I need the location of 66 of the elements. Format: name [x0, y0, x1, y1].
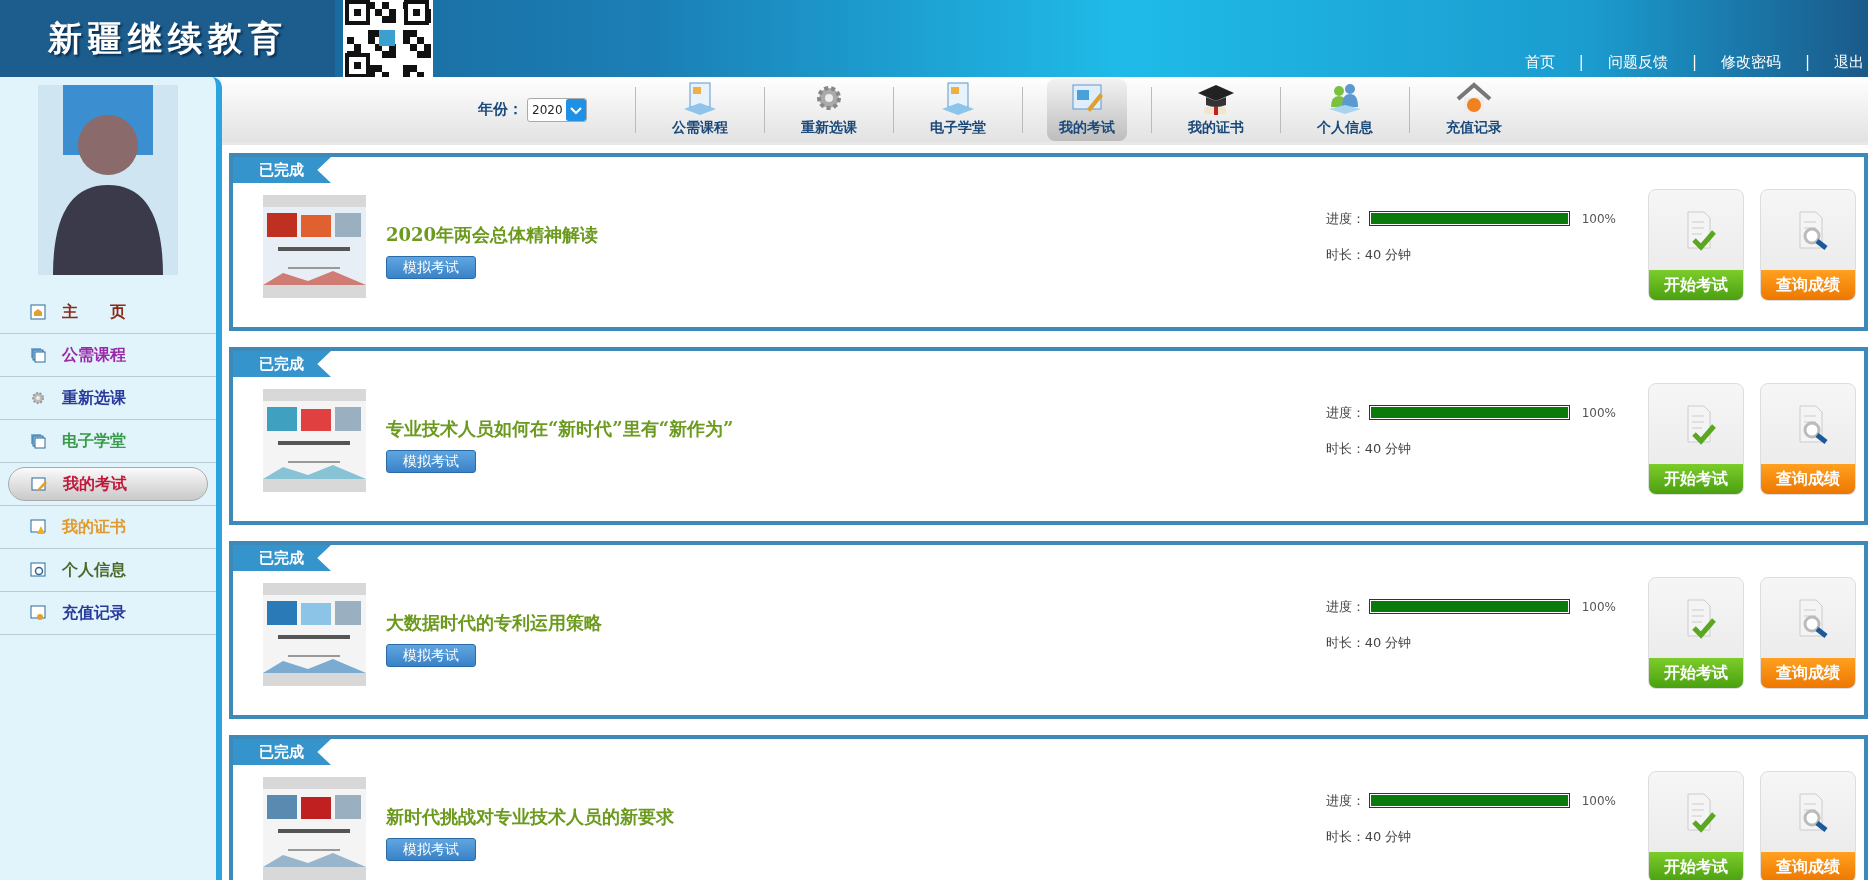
- toolbar-tab[interactable]: 我的证书: [1176, 78, 1256, 141]
- sidebar-item[interactable]: 电子学堂: [8, 424, 208, 458]
- progress-label: 进度：: [1325, 404, 1365, 422]
- start-exam-button[interactable]: 开始考试: [1648, 189, 1744, 301]
- duration-text: 时长：40 分钟: [1325, 245, 1413, 264]
- toolbar-tab[interactable]: 重新选课: [789, 78, 869, 141]
- magnifier-icon: [30, 562, 46, 578]
- sidebar-item[interactable]: 重新选课: [8, 381, 208, 415]
- header-link[interactable]: 首页: [1524, 50, 1555, 73]
- caret-icon: [566, 98, 586, 121]
- start-exam-button[interactable]: 开始考试: [1648, 771, 1744, 880]
- exam-title: 2020年两会总体精神解读: [386, 223, 600, 247]
- query-score-button[interactable]: 查询成绩: [1760, 189, 1856, 301]
- header-link[interactable]: 退出: [1834, 50, 1864, 73]
- progress-reading: 100%: [1581, 792, 1616, 810]
- status-tag: 已完成: [233, 157, 331, 183]
- mock-exam-button[interactable]: 模拟考试: [386, 450, 476, 473]
- progress-label: 进度：: [1325, 210, 1365, 228]
- exam-title: 大数据时代的专利运用策略: [386, 611, 603, 635]
- progress-reading: 100%: [1581, 598, 1616, 616]
- windows-icon: [30, 347, 46, 363]
- progress-reading: 100%: [1581, 404, 1616, 422]
- sidebar-item[interactable]: 充值记录: [8, 596, 208, 630]
- mock-exam-button[interactable]: 模拟考试: [386, 256, 476, 279]
- separator: |: [1578, 51, 1584, 73]
- query-score-button[interactable]: 查询成绩: [1760, 577, 1856, 689]
- query-score-button[interactable]: 查询成绩: [1760, 383, 1856, 495]
- mock-exam-button[interactable]: 模拟考试: [386, 838, 476, 861]
- sidebar-item[interactable]: 主 页: [8, 295, 208, 329]
- toolbar-tab[interactable]: 充值记录: [1434, 78, 1514, 141]
- progress-label: 进度：: [1325, 598, 1365, 616]
- exam-title: 专业技术人员如何在“新时代”里有“新作为”: [386, 417, 735, 441]
- start-exam-button[interactable]: 开始考试: [1648, 383, 1744, 495]
- warning-icon: [30, 519, 46, 535]
- key-icon: [30, 605, 46, 621]
- year-select[interactable]: 2020: [527, 97, 587, 122]
- toolbar-tab[interactable]: 我的考试: [1047, 78, 1127, 141]
- duration-text: 时长：40 分钟: [1325, 827, 1413, 846]
- pencil-icon: [31, 476, 47, 492]
- status-tag: 已完成: [233, 739, 331, 765]
- windows-icon: [30, 433, 46, 449]
- qr-code-icon: [343, 0, 433, 77]
- status-tag: 已完成: [233, 351, 331, 377]
- header-link[interactable]: 问题反馈: [1607, 50, 1668, 73]
- exam-title: 新时代挑战对专业技术人员的新要求: [386, 805, 675, 829]
- separator: |: [1691, 51, 1697, 73]
- toolbar-tab[interactable]: 公需课程: [660, 78, 740, 141]
- sidebar-item[interactable]: 我的考试: [8, 467, 208, 501]
- progress-reading: 100%: [1581, 210, 1616, 228]
- home-icon: [30, 304, 46, 320]
- duration-text: 时长：40 分钟: [1325, 439, 1413, 458]
- start-exam-button[interactable]: 开始考试: [1648, 577, 1744, 689]
- sidebar-item[interactable]: 个人信息: [8, 553, 208, 587]
- header-link[interactable]: 修改密码: [1720, 50, 1781, 73]
- progress-label: 进度：: [1325, 792, 1365, 810]
- toolbar-tab[interactable]: 个人信息: [1305, 78, 1385, 141]
- status-tag: 已完成: [233, 545, 331, 571]
- gear-icon: [30, 390, 46, 406]
- year-label: 年份：: [478, 99, 523, 121]
- query-score-button[interactable]: 查询成绩: [1760, 771, 1856, 880]
- sidebar-item[interactable]: 公需课程: [8, 338, 208, 372]
- toolbar-tab[interactable]: 电子学堂: [918, 78, 998, 141]
- duration-text: 时长：40 分钟: [1325, 633, 1413, 652]
- avatar-icon: [38, 85, 178, 275]
- separator: |: [1804, 51, 1810, 73]
- mock-exam-button[interactable]: 模拟考试: [386, 644, 476, 667]
